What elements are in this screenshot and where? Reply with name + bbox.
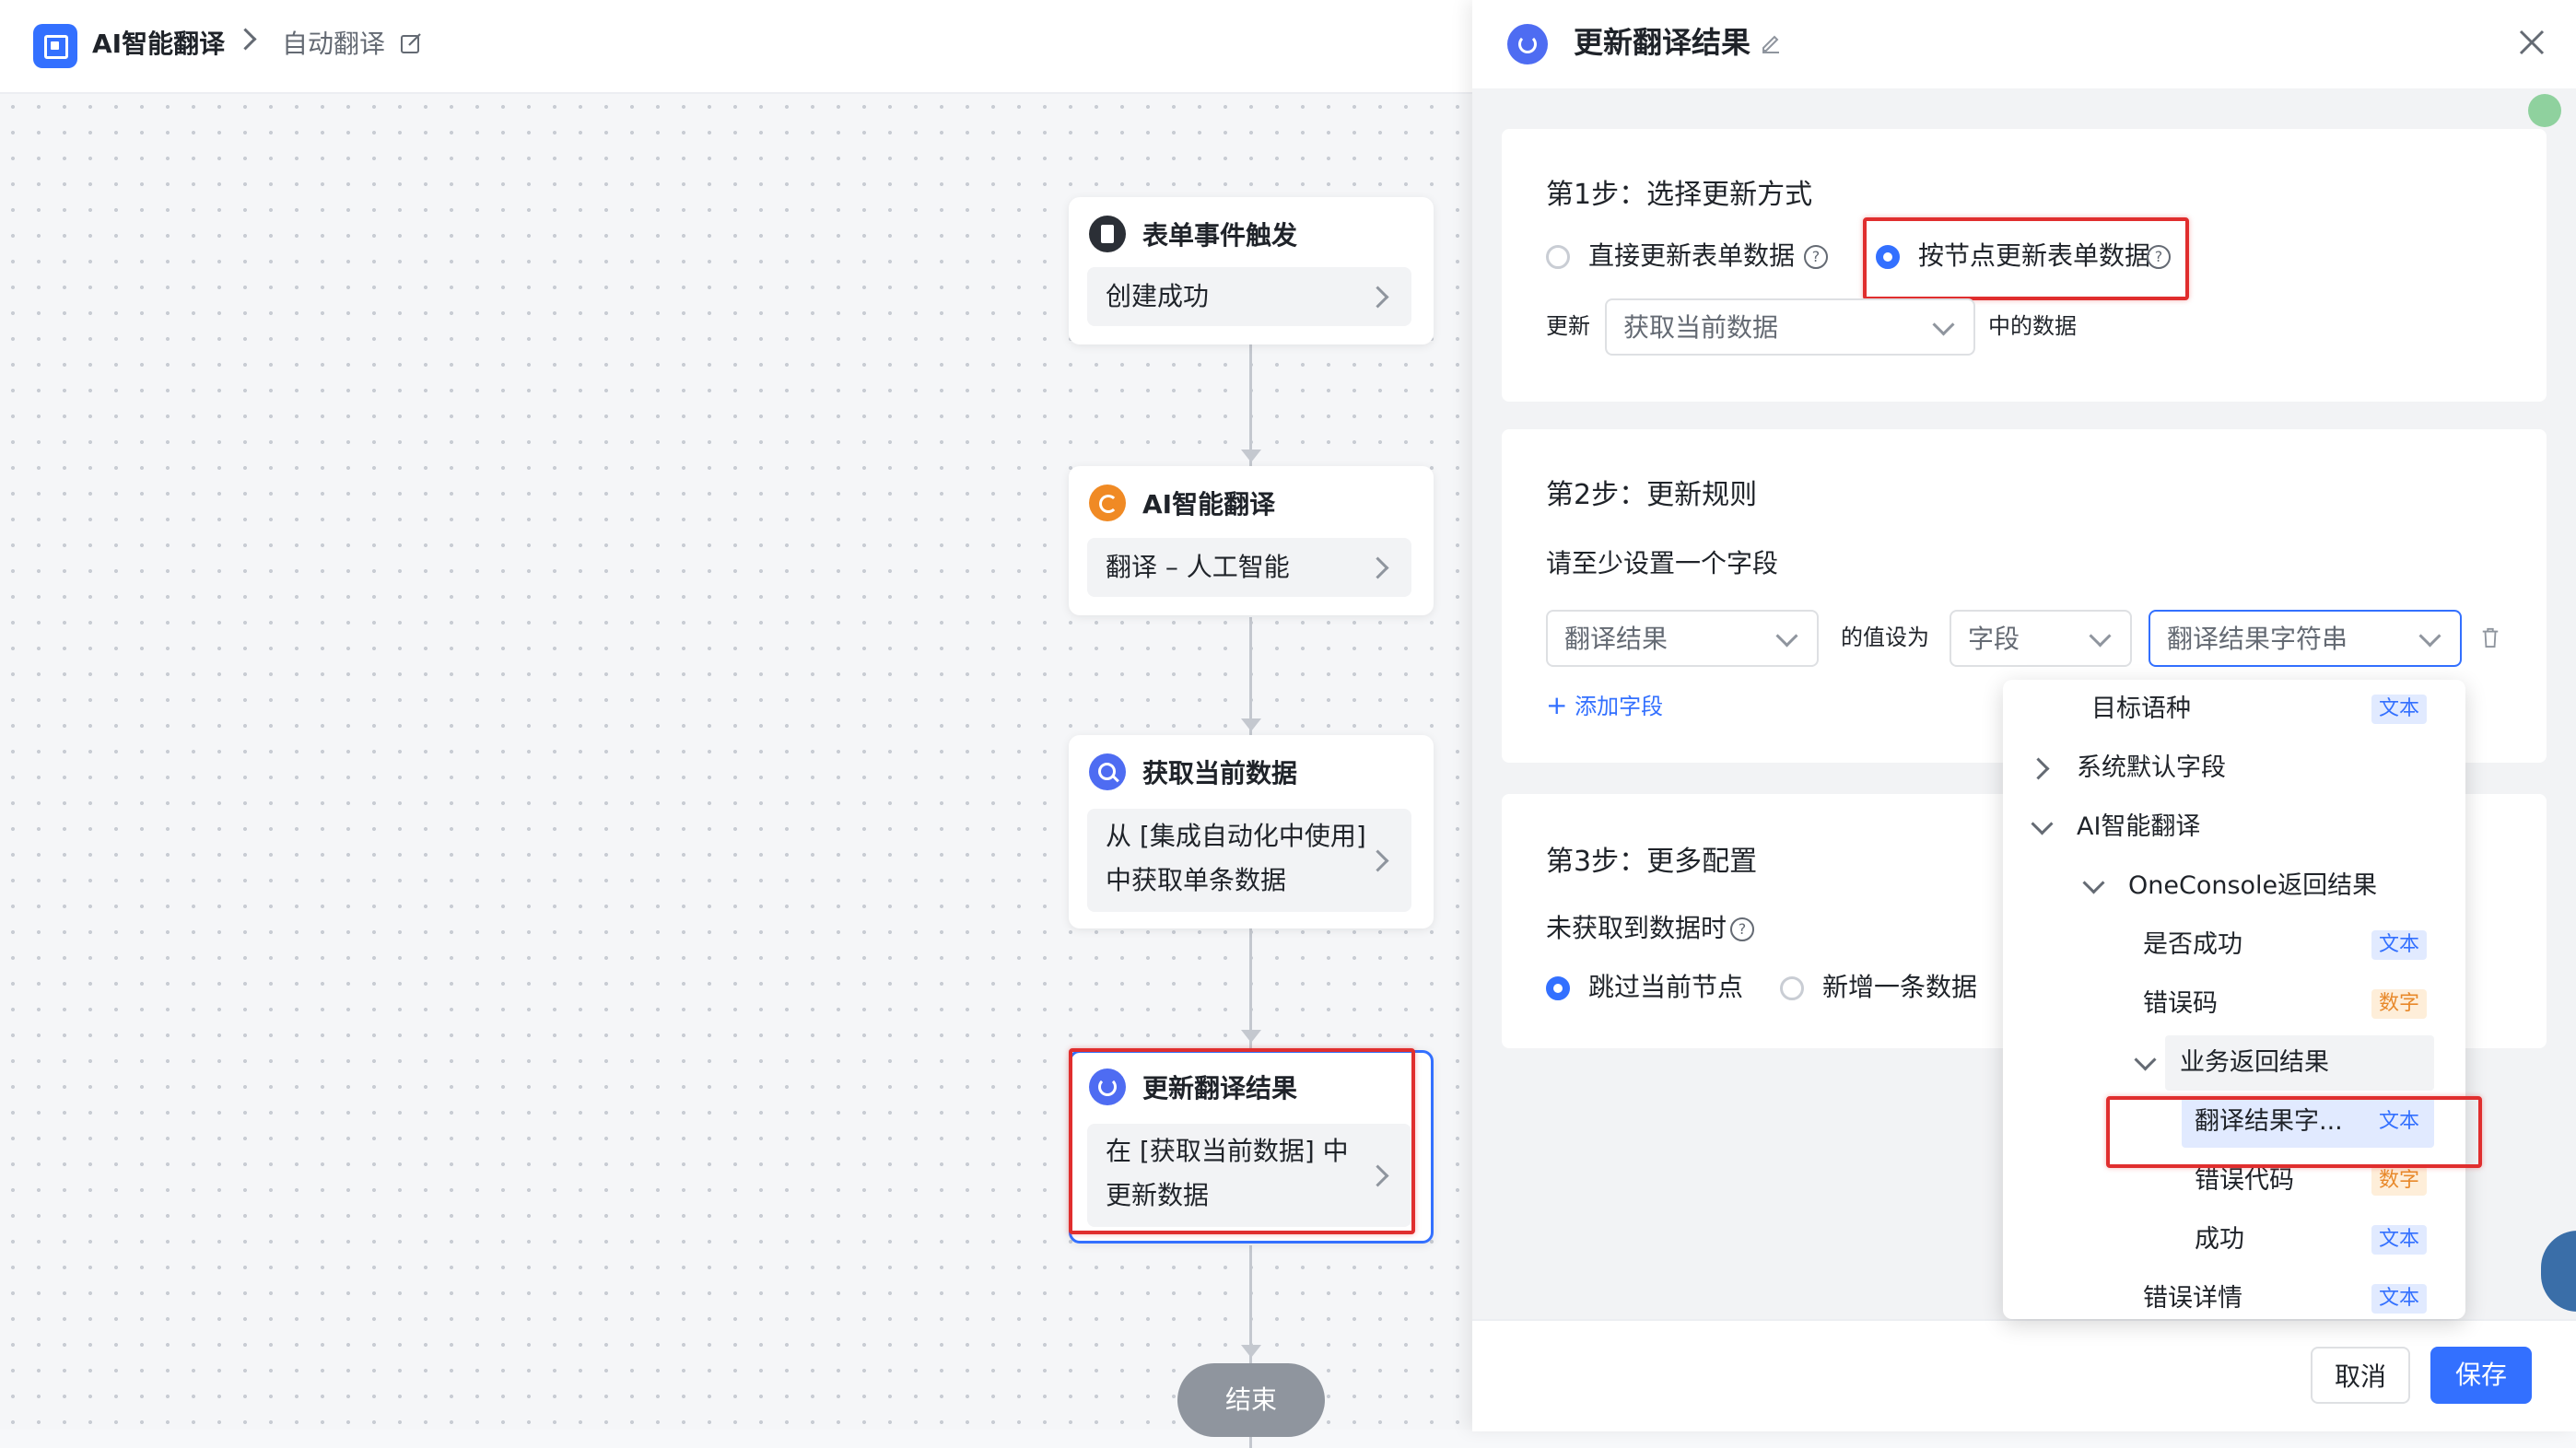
connector-arrow-icon xyxy=(1241,1345,1261,1358)
node-title: 表单事件触发 xyxy=(1142,220,1298,251)
radio-add-label[interactable]: 新增一条数据 xyxy=(1822,969,1977,1006)
flow-node-ai-translate[interactable]: AI智能翻译 翻译 – 人工智能 xyxy=(1069,466,1434,615)
set-to-label: 的值设为 xyxy=(1841,625,1929,650)
assistant-floating-button[interactable] xyxy=(2541,1231,2576,1312)
save-button[interactable]: 保存 xyxy=(2430,1347,2532,1404)
type-tag: 数字 xyxy=(2371,1166,2427,1196)
source-node-value: 获取当前数据 xyxy=(1623,312,1779,343)
step2-title: 第2步：更新规则 xyxy=(1546,479,1758,511)
dropdown-group[interactable]: AI智能翻译 xyxy=(2003,798,2465,857)
refresh-icon xyxy=(1507,24,1548,64)
app-logo-icon[interactable] xyxy=(33,24,77,68)
help-icon[interactable]: ? xyxy=(1730,917,1754,941)
chevron-right-icon xyxy=(1366,286,1389,309)
field-select[interactable]: 翻译结果 xyxy=(1546,610,1819,667)
when-missing-label: 未获取到数据时 xyxy=(1546,913,1727,943)
node-body[interactable]: 从 [集成自动化中使用] 中获取单条数据 xyxy=(1087,809,1411,912)
source-node-select[interactable]: 获取当前数据 xyxy=(1605,298,1975,356)
close-icon[interactable] xyxy=(2515,26,2548,59)
ai-translate-icon xyxy=(1089,485,1126,521)
update-prefix-label: 更新 xyxy=(1546,313,1590,339)
panel-footer: 取消 保存 xyxy=(1472,1319,2576,1431)
step1-title: 第1步：选择更新方式 xyxy=(1546,179,1813,211)
node-body-line: 中获取单条数据 xyxy=(1106,865,1287,895)
dropdown-group[interactable]: 系统默认字段 xyxy=(2003,739,2465,798)
node-body[interactable]: 创建成功 xyxy=(1087,267,1411,326)
dropdown-item[interactable]: 目标语种 文本 xyxy=(2003,680,2465,739)
type-tag: 文本 xyxy=(2371,1284,2427,1314)
dropdown-item[interactable]: 成功 文本 xyxy=(2003,1210,2465,1269)
chevron-down-icon xyxy=(1775,625,1798,648)
node-body-line: 从 [集成自动化中使用] xyxy=(1106,821,1366,851)
search-icon xyxy=(1089,753,1126,790)
value-type-value: 字段 xyxy=(1968,624,2020,654)
node-title: 获取当前数据 xyxy=(1142,758,1298,788)
connector-arrow-icon xyxy=(1241,1030,1261,1043)
edit-icon[interactable] xyxy=(400,31,424,55)
node-body-text: 翻译 – 人工智能 xyxy=(1106,552,1290,582)
dropdown-item[interactable]: 错误码 数字 xyxy=(2003,975,2465,1033)
flow-node-get-data[interactable]: 获取当前数据 从 [集成自动化中使用] 中获取单条数据 xyxy=(1069,735,1434,928)
field-select-value: 翻译结果 xyxy=(1564,624,1669,654)
add-field-button[interactable]: + 添加字段 xyxy=(1546,687,1663,725)
edit-icon[interactable] xyxy=(1760,31,1782,53)
value-field-value: 翻译结果字符串 xyxy=(2167,624,2348,654)
radio-skip-label[interactable]: 跳过当前节点 xyxy=(1588,969,1743,1006)
document-icon xyxy=(1089,216,1126,252)
type-tag: 数字 xyxy=(2371,989,2427,1019)
panel-title: 更新翻译结果 xyxy=(1574,25,1751,60)
step2-hint: 请至少设置一个字段 xyxy=(1546,548,1779,578)
value-type-select[interactable]: 字段 xyxy=(1950,610,2132,667)
help-icon[interactable]: ? xyxy=(1804,245,1828,269)
add-field-label: 添加字段 xyxy=(1575,694,1664,719)
chevron-down-icon xyxy=(2031,812,2054,835)
highlight-box xyxy=(2106,1096,2482,1168)
node-body-text: 创建成功 xyxy=(1106,281,1210,311)
chevron-right-icon xyxy=(1366,556,1389,579)
dropdown-group[interactable]: 业务返回结果 xyxy=(2003,1033,2465,1092)
type-tag: 文本 xyxy=(2371,695,2427,724)
dropdown-item[interactable]: 是否成功 文本 xyxy=(2003,916,2465,975)
chevron-down-icon xyxy=(2134,1048,2157,1071)
plus-icon: + xyxy=(1546,690,1568,720)
chevron-right-icon xyxy=(2027,757,2050,780)
end-node[interactable]: 结束 xyxy=(1177,1363,1325,1437)
dropdown-group[interactable]: OneConsole返回结果 xyxy=(2003,857,2465,916)
status-dot xyxy=(2528,94,2561,127)
chevron-down-icon xyxy=(1932,313,1955,336)
breadcrumb-chevron-icon xyxy=(234,28,257,51)
step1-card: 第1步：选择更新方式 直接更新表单数据 ? 按节点更新表单数据 ? 更新 获取当… xyxy=(1502,129,2547,402)
radio-direct-update[interactable] xyxy=(1546,245,1570,269)
update-suffix-label: 中的数据 xyxy=(1988,313,2077,339)
breadcrumb-current: 自动翻译 xyxy=(282,29,386,59)
chevron-down-icon xyxy=(2082,871,2105,894)
radio-direct-label[interactable]: 直接更新表单数据 xyxy=(1588,238,1795,274)
connector-arrow-icon xyxy=(1241,718,1261,731)
node-body[interactable]: 翻译 – 人工智能 xyxy=(1087,538,1411,597)
highlight-box xyxy=(1069,1048,1415,1234)
highlight-box xyxy=(1863,217,2189,300)
field-dropdown-menu: 目标语种 文本 系统默认字段 AI智能翻译 OneConsole返回结果 是否成… xyxy=(2003,680,2465,1319)
panel-header: 更新翻译结果 xyxy=(1472,0,2576,88)
chevron-down-icon xyxy=(2089,625,2112,648)
dropdown-item[interactable]: 错误详情 文本 xyxy=(2003,1269,2465,1319)
radio-skip-node[interactable] xyxy=(1546,976,1570,1000)
delete-icon[interactable] xyxy=(2480,626,2500,648)
value-field-select[interactable]: 翻译结果字符串 xyxy=(2149,610,2462,667)
top-bar: AI智能翻译 自动翻译 xyxy=(0,0,1474,94)
app-name[interactable]: AI智能翻译 xyxy=(92,26,225,63)
type-tag: 文本 xyxy=(2371,930,2427,960)
step3-title: 第3步：更多配置 xyxy=(1546,846,1758,878)
chevron-down-icon xyxy=(2418,625,2441,648)
cancel-button[interactable]: 取消 xyxy=(2311,1347,2410,1404)
connector-arrow-icon xyxy=(1241,450,1261,462)
type-tag: 文本 xyxy=(2371,1225,2427,1255)
radio-add-record[interactable] xyxy=(1780,976,1804,1000)
flow-node-trigger[interactable]: 表单事件触发 创建成功 xyxy=(1069,197,1434,344)
node-title: AI智能翻译 xyxy=(1142,489,1276,520)
